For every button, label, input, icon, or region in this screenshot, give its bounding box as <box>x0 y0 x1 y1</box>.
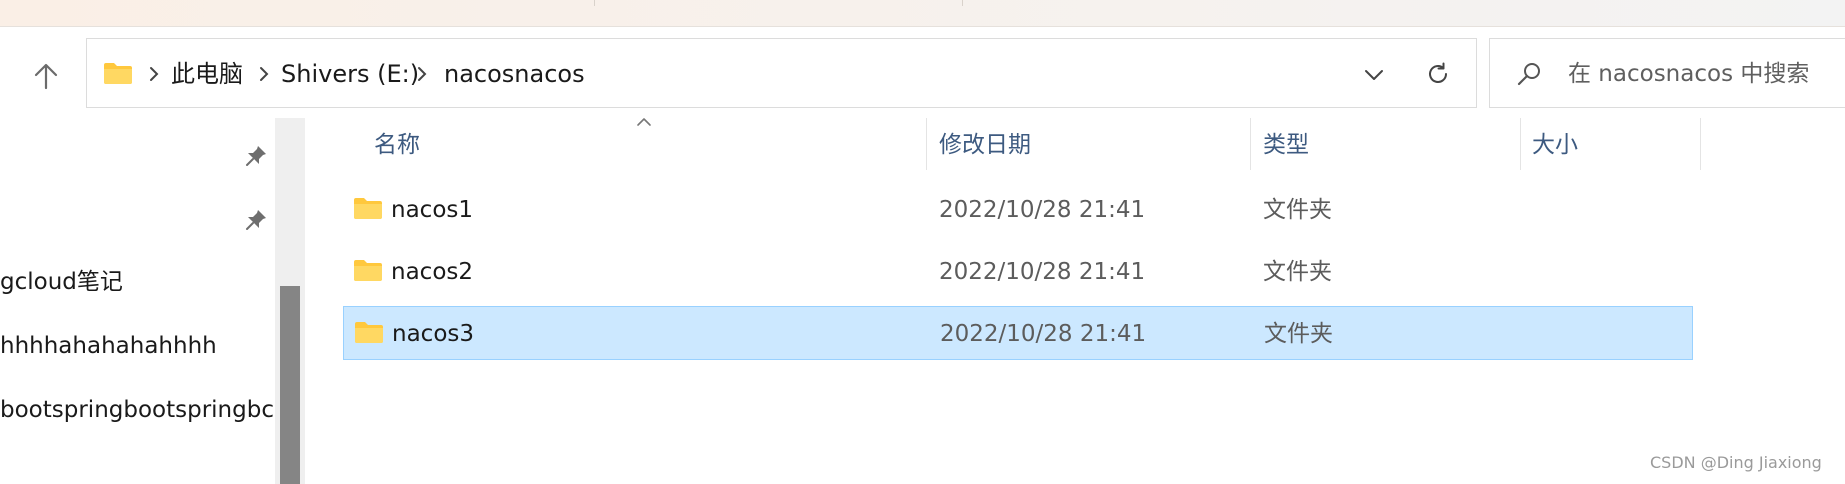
tab-separator <box>594 0 595 6</box>
column-header-date-modified[interactable]: 修改日期 <box>939 128 1031 162</box>
file-name: nacos1 <box>391 197 474 223</box>
pin-icon[interactable] <box>244 208 268 232</box>
navigation-pane: gcloud笔记 hhhhahahahahhhh bootspringboots… <box>0 118 305 484</box>
search-box[interactable]: 在 nacosnacos 中搜索 <box>1489 38 1845 108</box>
search-icon <box>1517 63 1540 86</box>
column-divider[interactable] <box>1520 118 1521 170</box>
file-date-modified: 2022/10/28 21:41 <box>939 197 1146 223</box>
breadcrumb-drive[interactable]: Shivers (E:) <box>281 57 419 91</box>
breadcrumb-this-pc[interactable]: 此电脑 <box>171 57 243 91</box>
folder-icon <box>355 322 383 343</box>
column-divider[interactable] <box>1250 118 1251 170</box>
column-divider[interactable] <box>926 118 927 170</box>
sort-ascending-icon <box>637 118 651 126</box>
search-input[interactable]: 在 nacosnacos 中搜索 <box>1568 57 1809 91</box>
file-explorer-window: 此电脑 Shivers (E:) nacosnacos 在 nacosnacos… <box>0 0 1845 484</box>
nav-item[interactable]: gcloud笔记 <box>0 266 123 298</box>
file-type: 文件夹 <box>1263 197 1332 223</box>
nav-item[interactable]: bootspringbootspringbc <box>0 394 274 426</box>
nav-item[interactable]: hhhhahahahahhhh <box>0 330 217 362</box>
refresh-icon[interactable] <box>1423 59 1453 89</box>
file-row[interactable]: nacos1 2022/10/28 21:41 文件夹 <box>343 183 1693 237</box>
chevron-down-icon[interactable] <box>1360 61 1388 89</box>
chevron-right-icon <box>418 67 427 81</box>
breadcrumb-current-folder[interactable]: nacosnacos <box>444 57 585 91</box>
chevron-right-icon <box>260 67 269 81</box>
column-header-name[interactable]: 名称 <box>374 128 420 162</box>
file-type: 文件夹 <box>1263 259 1332 285</box>
file-type: 文件夹 <box>1264 321 1333 347</box>
file-date-modified: 2022/10/28 21:41 <box>940 321 1147 347</box>
column-header-size[interactable]: 大小 <box>1532 128 1578 162</box>
tab-strip <box>0 0 1845 27</box>
address-bar[interactable]: 此电脑 Shivers (E:) nacosnacos <box>86 38 1477 108</box>
file-name: nacos3 <box>392 321 475 347</box>
file-row-selected[interactable]: nacos3 2022/10/28 21:41 文件夹 <box>343 306 1693 360</box>
up-button[interactable] <box>28 58 64 94</box>
chevron-right-icon <box>150 67 159 81</box>
watermark: CSDN @Ding Jiaxiong <box>1650 453 1822 472</box>
up-arrow-icon <box>34 63 58 90</box>
pin-icon[interactable] <box>244 144 268 168</box>
folder-icon <box>104 63 132 84</box>
folder-icon <box>354 260 382 281</box>
column-divider[interactable] <box>1700 118 1701 170</box>
tab-separator <box>962 0 963 6</box>
file-name: nacos2 <box>391 259 474 285</box>
file-row[interactable]: nacos2 2022/10/28 21:41 文件夹 <box>343 245 1693 299</box>
column-header-type[interactable]: 类型 <box>1263 128 1309 162</box>
scrollbar-thumb[interactable] <box>280 286 300 484</box>
file-date-modified: 2022/10/28 21:41 <box>939 259 1146 285</box>
folder-icon <box>354 198 382 219</box>
